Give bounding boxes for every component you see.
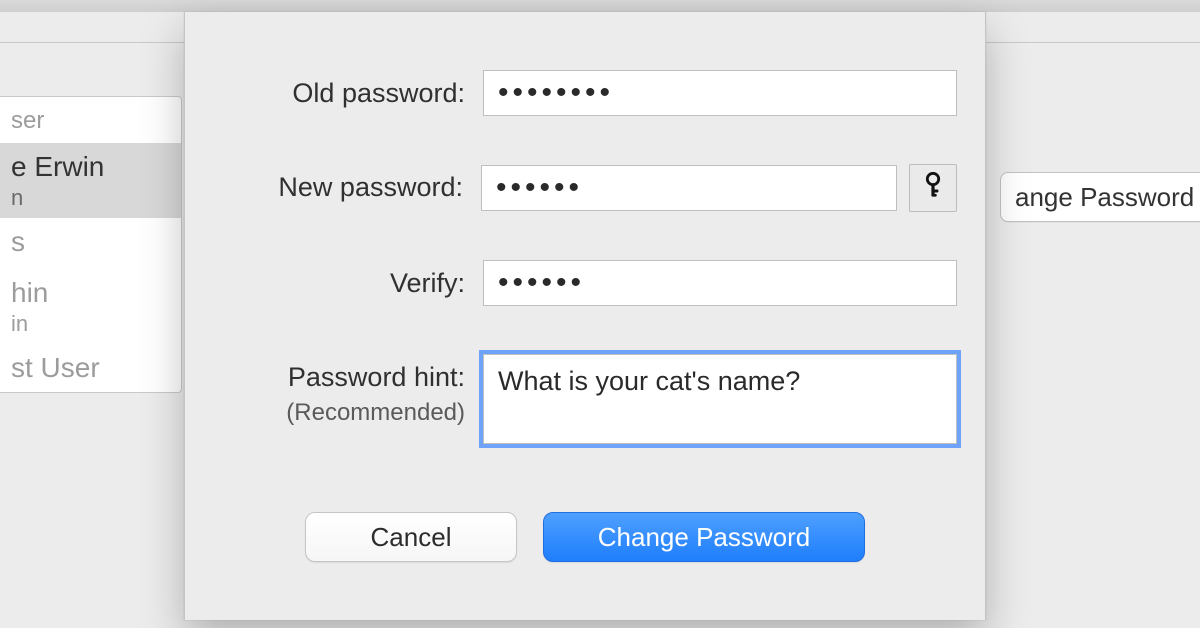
- row-hint: Password hint: (Recommended): [185, 354, 985, 444]
- sidebar-item-user-3[interactable]: st User: [0, 344, 181, 392]
- new-password-label: New password:: [185, 164, 481, 203]
- change-password-sheet: Old password: New password:: [184, 12, 986, 620]
- cancel-button[interactable]: Cancel: [305, 512, 517, 562]
- sidebar-item-sub: n: [11, 185, 167, 210]
- sheet-buttons: Cancel Change Password: [185, 512, 985, 562]
- old-password-label: Old password:: [185, 70, 483, 109]
- new-password-field[interactable]: [481, 165, 897, 211]
- old-password-field[interactable]: [483, 70, 957, 116]
- change-password-form: Old password: New password:: [185, 70, 985, 444]
- password-hint-field[interactable]: [483, 354, 957, 444]
- hint-label: Password hint:: [288, 362, 465, 392]
- background-change-password-button[interactable]: ange Password: [1000, 172, 1200, 222]
- sidebar-item-name: e Erwin: [11, 151, 104, 182]
- change-password-button-label: Change Password: [598, 522, 810, 553]
- sidebar-item-name: st User: [11, 352, 100, 383]
- sidebar-header: ser: [0, 97, 181, 143]
- row-verify: Verify:: [185, 260, 985, 306]
- sidebar-item-name: s: [11, 226, 25, 257]
- verify-password-field[interactable]: [483, 260, 957, 306]
- hint-sublabel: (Recommended): [185, 399, 465, 427]
- users-sidebar: ser e Erwin n s hin in st User: [0, 96, 182, 393]
- password-assistant-button[interactable]: [909, 164, 957, 212]
- sidebar-item-user-1[interactable]: s: [0, 218, 181, 268]
- cancel-button-label: Cancel: [371, 522, 452, 553]
- background-change-password-label: ange Password: [1015, 182, 1194, 213]
- hint-label-col: Password hint: (Recommended): [185, 354, 483, 427]
- sidebar-item-name: hin: [11, 277, 48, 308]
- sidebar-item-user-2[interactable]: hin in: [0, 269, 181, 344]
- row-old-password: Old password:: [185, 70, 985, 116]
- change-password-button[interactable]: Change Password: [543, 512, 865, 562]
- row-new-password: New password:: [185, 164, 985, 212]
- verify-label: Verify:: [185, 260, 483, 299]
- key-icon: [922, 172, 944, 205]
- sidebar-item-user-0[interactable]: e Erwin n: [0, 143, 181, 218]
- sidebar-item-sub: in: [11, 311, 167, 336]
